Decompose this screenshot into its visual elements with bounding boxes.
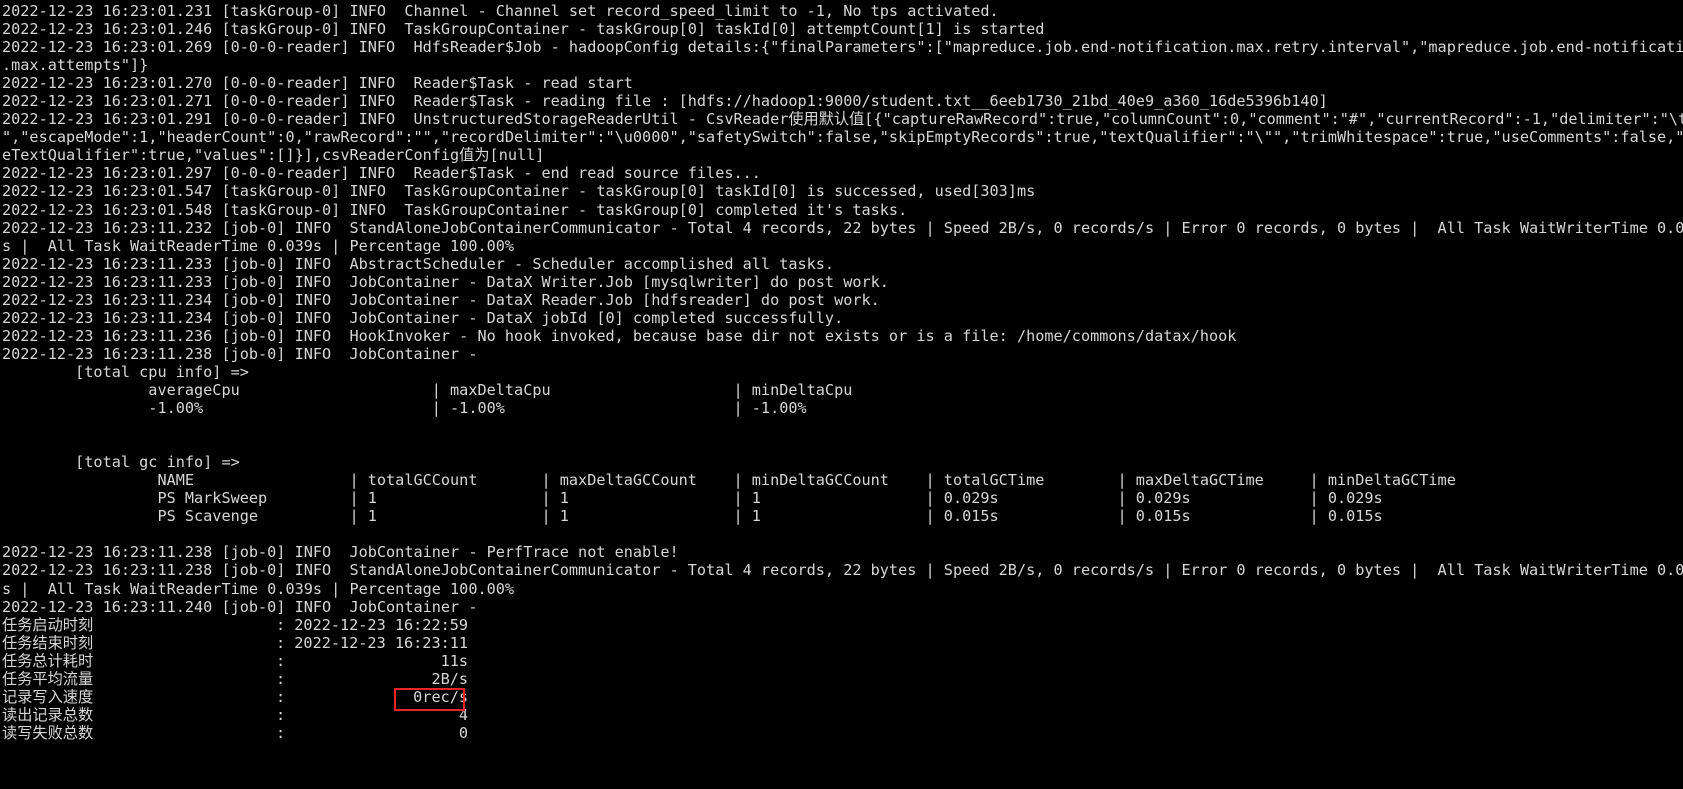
terminal-line: 记录写入速度 : 0rec/s [2,687,469,706]
terminal-line: 2022-12-23 16:23:11.238 [job-0] INFO Job… [2,344,487,363]
terminal-line: 2022-12-23 16:23:01.246 [taskGroup-0] IN… [2,20,1045,39]
terminal-line: s | All Task WaitReaderTime 0.039s | Per… [2,579,515,598]
terminal-line: eTextQualifier":true,"values":[]}],csvRe… [2,146,545,165]
terminal-line: ","escapeMode":1,"headerCount":0,"rawRec… [2,128,1683,147]
terminal-line: 读出记录总数 : 4 [2,705,469,724]
terminal-line: 2022-12-23 16:23:11.233 [job-0] INFO Abs… [2,254,835,273]
terminal-line: 任务总计耗时 : 11s [2,651,469,670]
terminal-line: 2022-12-23 16:23:01.269 [0-0-0-reader] I… [2,38,1683,57]
terminal-line: 读写失败总数 : 0 [2,723,469,742]
terminal-line: [total cpu info] => [2,362,249,381]
terminal-line: 2022-12-23 16:23:11.233 [job-0] INFO Job… [2,272,889,291]
terminal-line: 2022-12-23 16:23:01.271 [0-0-0-reader] I… [2,92,1328,111]
terminal-line: s | All Task WaitReaderTime 0.039s | Per… [2,236,515,255]
terminal-line: .max.attempts"]} [2,56,149,75]
terminal-line: 2022-12-23 16:23:11.238 [job-0] INFO Job… [2,543,679,562]
terminal-line: 2022-12-23 16:23:01.548 [taskGroup-0] IN… [2,200,908,219]
terminal-line: 2022-12-23 16:23:01.231 [taskGroup-0] IN… [2,2,999,20]
terminal-line: 任务启动时刻 : 2022-12-23 16:22:59 [2,615,469,634]
terminal-line: 2022-12-23 16:23:01.547 [taskGroup-0] IN… [2,182,1036,201]
terminal-line: 2022-12-23 16:23:11.236 [job-0] INFO Hoo… [2,326,1237,345]
terminal-log-output[interactable]: 2022-12-23 16:23:01.231 [taskGroup-0] IN… [0,0,1683,789]
terminal-line: 2022-12-23 16:23:11.234 [job-0] INFO Job… [2,308,844,327]
terminal-line: NAME | totalGCCount | maxDeltaGCCount | … [2,471,1502,490]
terminal-line: 2022-12-23 16:23:11.240 [job-0] INFO Job… [2,597,487,616]
terminal-line: 2022-12-23 16:23:11.238 [job-0] INFO Sta… [2,561,1683,580]
terminal-line: 2022-12-23 16:23:11.232 [job-0] INFO Sta… [2,218,1683,237]
terminal-line: PS Scavenge | 1 | 1 | 1 | 0.015s | 0.015… [2,507,1502,526]
terminal-line: averageCpu | maxDeltaCpu | minDeltaCpu [2,380,1036,399]
terminal-line: -1.00% | -1.00% | -1.00% [2,399,1036,418]
terminal-line: 2022-12-23 16:23:01.270 [0-0-0-reader] I… [2,74,633,93]
terminal-line: 2022-12-23 16:23:01.291 [0-0-0-reader] I… [2,110,1683,129]
terminal-line: [total gc info] => [2,453,240,472]
terminal-line: 2022-12-23 16:23:11.234 [job-0] INFO Job… [2,290,880,309]
terminal-line: 2022-12-23 16:23:01.297 [0-0-0-reader] I… [2,164,761,183]
terminal-line: PS MarkSweep | 1 | 1 | 1 | 0.029s | 0.02… [2,489,1502,508]
terminal-line: 任务平均流量 : 2B/s [2,669,469,688]
terminal-line: 任务结束时刻 : 2022-12-23 16:23:11 [2,633,469,652]
